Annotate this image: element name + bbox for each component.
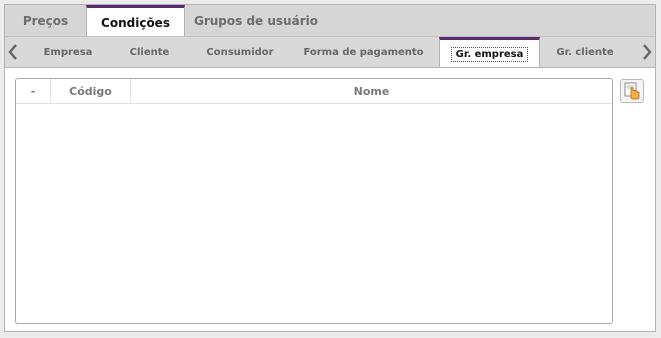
data-grid[interactable]: - Código Nome (15, 78, 613, 324)
subtab-empresa[interactable]: Empresa (29, 37, 107, 67)
tab-precos[interactable]: Preços (5, 5, 86, 36)
tab-content: - Código Nome (5, 67, 655, 331)
subtab-cliente[interactable]: Cliente (107, 37, 192, 67)
grid-header: - Código Nome (16, 79, 612, 104)
chevron-right-icon[interactable] (639, 37, 655, 67)
column-header-nome[interactable]: Nome (131, 79, 612, 103)
sub-tab-bar: Empresa Cliente Consumidor Forma de paga… (5, 36, 655, 68)
column-header-select[interactable]: - (16, 79, 51, 103)
hand-pointer-document-icon (624, 82, 640, 100)
select-records-button[interactable] (620, 79, 644, 103)
column-header-codigo[interactable]: Código (51, 79, 131, 103)
subtab-gr-cliente[interactable]: Gr. cliente (540, 37, 630, 67)
tab-grupos-de-usuario[interactable]: Grupos de usuário (185, 5, 327, 36)
tab-condicoes[interactable]: Condições (86, 5, 185, 37)
subtab-gr-empresa[interactable]: Gr. empresa (439, 37, 540, 68)
top-tab-bar: Preços Condições Grupos de usuário (5, 5, 655, 37)
subtab-gr-empresa-label: Gr. empresa (450, 46, 529, 62)
subtab-consumidor[interactable]: Consumidor (192, 37, 288, 67)
tab-panel-frame: Preços Condições Grupos de usuário Empre… (4, 4, 656, 332)
chevron-left-icon[interactable] (5, 37, 21, 67)
subtab-forma-de-pagamento[interactable]: Forma de pagamento (288, 37, 439, 67)
